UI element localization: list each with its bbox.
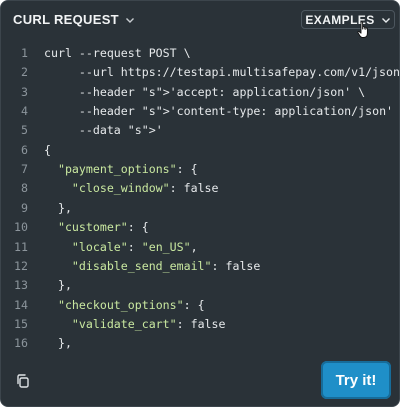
line-number: 7 xyxy=(21,162,28,177)
code-text: "locale": "en_US", xyxy=(71,239,198,254)
panel-footer: Try it! xyxy=(1,357,399,406)
code-line: 8 "close_window": false xyxy=(1,179,399,198)
line-number: 16 xyxy=(14,336,28,351)
panel-header: CURL REQUEST EXAMPLES xyxy=(1,1,399,38)
code-text: "checkout_options": { xyxy=(57,297,205,312)
code-line: 12 "disable_send_email": false xyxy=(1,257,399,276)
code-text: "customer": { xyxy=(57,220,149,235)
code-text: "payment_options": { xyxy=(57,162,198,177)
line-number: 12 xyxy=(14,258,28,273)
code-line: 3 --header "s">'accept: application/json… xyxy=(1,83,399,102)
code-line: 9 }, xyxy=(1,199,399,218)
line-number: 9 xyxy=(21,200,28,215)
code-line: 15 "validate_cart": false xyxy=(1,315,399,334)
code-text: "validate_cart": false xyxy=(71,316,226,331)
code-line: 4 --header "s">'content-type: applicatio… xyxy=(1,102,399,121)
language-dropdown[interactable]: CURL REQUEST xyxy=(13,12,135,27)
code-text: "disable_send_email": false xyxy=(71,258,261,273)
line-number: 14 xyxy=(14,297,28,312)
code-editor[interactable]: 1 curl --request POST \ 2 --url https://te… xyxy=(1,38,399,354)
line-number: 5 xyxy=(21,123,28,138)
code-line: 13 }, xyxy=(1,276,399,295)
code-text: { xyxy=(44,142,51,157)
try-it-button[interactable]: Try it! xyxy=(321,361,391,399)
line-number: 11 xyxy=(14,239,28,254)
line-number: 8 xyxy=(21,181,28,196)
line-number: 4 xyxy=(21,104,28,119)
code-line: 1 curl --request POST \ xyxy=(1,44,399,63)
chevron-down-icon xyxy=(381,17,390,23)
line-number: 10 xyxy=(14,220,28,235)
code-text: "close_window": false xyxy=(71,181,219,196)
hand-pointer-icon xyxy=(357,21,368,38)
code-text: }, xyxy=(44,336,72,351)
code-text: --data "s">' xyxy=(44,123,163,138)
code-text: --url https://testapi.multisafepay.com/v… xyxy=(78,65,399,80)
code-line: 10 "customer": { xyxy=(1,218,399,237)
copy-icon[interactable] xyxy=(15,373,31,389)
code-sample-panel: CURL REQUEST EXAMPLES 1 curl --request PO… xyxy=(0,0,400,407)
examples-dropdown[interactable]: EXAMPLES xyxy=(301,10,395,29)
line-number: 2 xyxy=(21,65,28,80)
line-number: 15 xyxy=(14,316,28,331)
code-text: --header "s">'accept: application/json' … xyxy=(44,84,366,99)
chevron-down-icon xyxy=(125,17,134,23)
code-line: 6{ xyxy=(1,141,399,160)
line-number: 6 xyxy=(21,142,28,157)
code-text: --header "s">'content-type: application/… xyxy=(44,104,399,119)
code-line: 7 "payment_options": { xyxy=(1,160,399,179)
code-line: 2 --url https://testapi.multisafepay.com… xyxy=(1,63,399,82)
code-line: 16 }, xyxy=(1,334,399,353)
line-number: 13 xyxy=(14,278,28,293)
code-line: 11 "locale": "en_US", xyxy=(1,238,399,257)
code-text: curl --request POST \ xyxy=(44,46,191,60)
code-text: }, xyxy=(44,278,72,293)
code-line: 14 "checkout_options": { xyxy=(1,296,399,315)
line-number: 1 xyxy=(21,46,28,60)
code-text: }, xyxy=(44,200,72,215)
language-label: CURL REQUEST xyxy=(13,12,119,27)
code-line: 5 --data "s">' xyxy=(1,121,399,140)
line-number: 3 xyxy=(21,84,28,99)
